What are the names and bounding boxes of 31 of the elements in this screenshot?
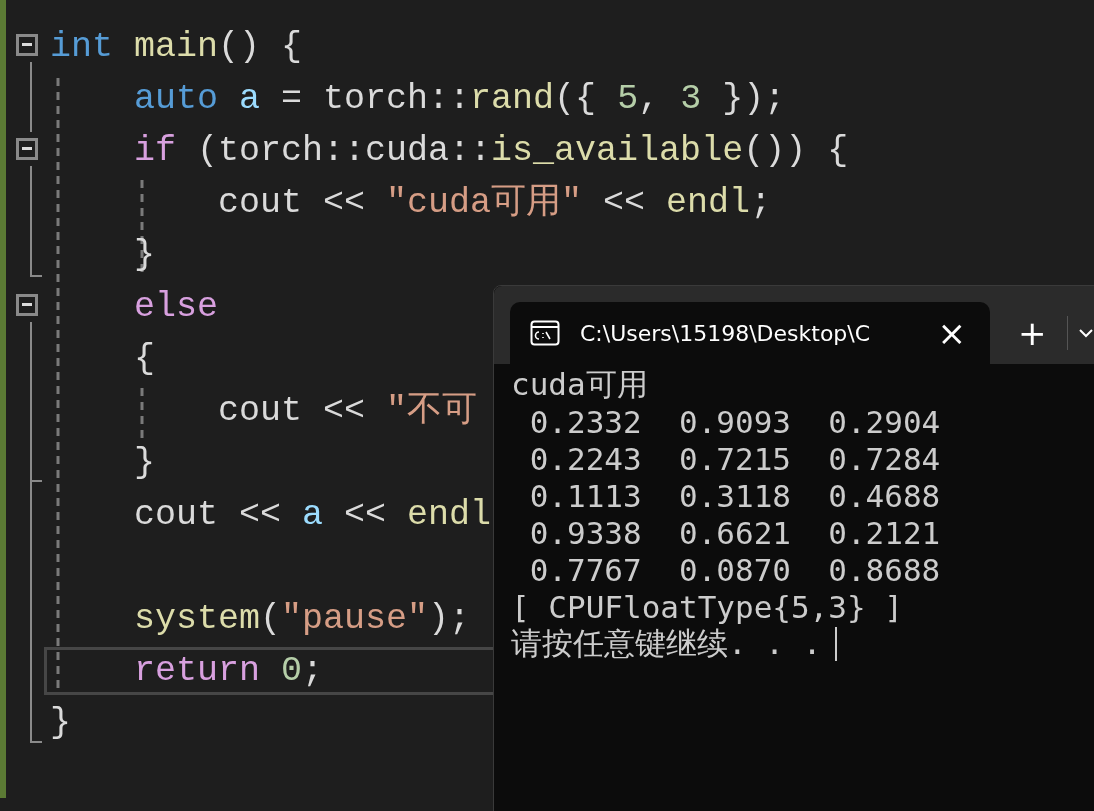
- tab-title: C:\Users\15198\Desktop\C: [580, 320, 871, 346]
- code-line: return 0;: [133, 650, 324, 693]
- collapse-icon[interactable]: [16, 138, 38, 160]
- console-output-line: 请按任意键继续. . .: [511, 624, 822, 663]
- console-output-line: 0.2243 0.7215 0.7284: [528, 440, 941, 477]
- console-output-line: [ CPUFloatType{5,3} ]: [511, 588, 903, 625]
- console-icon: [530, 320, 560, 346]
- close-tab-button[interactable]: ×: [933, 313, 970, 353]
- console-output-line: cuda可用: [511, 364, 648, 404]
- code-line: system("pause");: [133, 598, 471, 641]
- code-line: }: [133, 442, 156, 485]
- console-output-line: 0.9338 0.6621 0.2121: [528, 514, 941, 551]
- code-line: {: [133, 338, 156, 381]
- code-line: if (torch::cuda::is_available()) {: [133, 130, 849, 173]
- console-output-line: 0.1113 0.3118 0.4688: [528, 477, 941, 514]
- code-line: cout << "不可: [217, 390, 478, 433]
- code-line: }: [133, 234, 156, 277]
- terminal-tab[interactable]: C:\Users\15198\Desktop\C ×: [510, 302, 990, 364]
- code-line: else: [133, 286, 219, 329]
- new-tab-button[interactable]: +: [1012, 313, 1053, 353]
- code-line: cout << a << endl: [133, 494, 492, 537]
- collapse-icon[interactable]: [16, 34, 38, 56]
- console-output-line: 0.2332 0.9093 0.2904: [528, 403, 941, 440]
- collapse-icon[interactable]: [16, 294, 38, 316]
- code-line: }: [50, 702, 71, 745]
- console-output-line: 0.7767 0.0870 0.8688: [528, 551, 941, 588]
- dropdown-chevron-icon[interactable]: [1077, 327, 1094, 339]
- code-line: auto a = torch::rand({ 5, 3 });: [133, 78, 786, 121]
- code-line: cout << "cuda可用" << endl;: [217, 182, 772, 225]
- text-cursor: [835, 626, 838, 661]
- code-line: int main() {: [50, 26, 303, 69]
